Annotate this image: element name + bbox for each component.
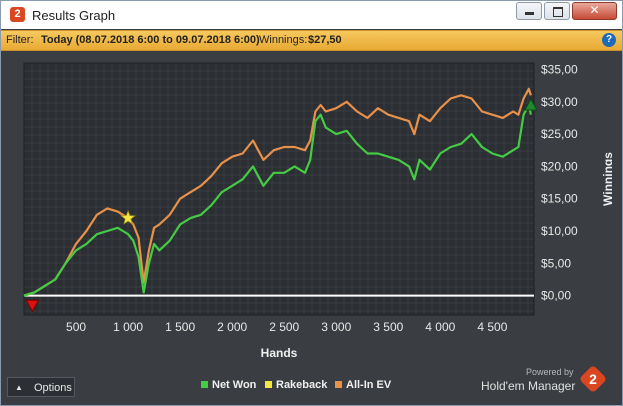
close-icon: ✕ bbox=[589, 3, 600, 17]
maximize-icon bbox=[553, 7, 563, 17]
x-tick-label: 500 bbox=[66, 320, 86, 334]
x-tick-label: 1 500 bbox=[165, 320, 195, 334]
powered-by-text: Powered by bbox=[526, 367, 574, 377]
x-tick-label: 3 000 bbox=[321, 320, 351, 334]
x-tick-label: 3 500 bbox=[373, 320, 403, 334]
x-tick-label: 4 000 bbox=[425, 320, 455, 334]
x-tick-label: 1 000 bbox=[113, 320, 143, 334]
winnings-value: $27,50 bbox=[308, 34, 342, 46]
y-tick-label: $15,00 bbox=[541, 192, 578, 206]
brand-name: Hold'em Manager bbox=[481, 379, 576, 393]
y-tick-label: $5,00 bbox=[541, 256, 571, 270]
x-axis-label: Hands bbox=[261, 346, 298, 360]
app-icon: 2 bbox=[10, 7, 25, 22]
window-title: Results Graph bbox=[32, 8, 116, 23]
plot-background bbox=[24, 63, 534, 315]
help-icon[interactable]: ? bbox=[602, 33, 616, 47]
filter-label: Filter: bbox=[6, 34, 34, 46]
maximize-button[interactable] bbox=[544, 2, 570, 20]
x-tick-label: 2 500 bbox=[269, 320, 299, 334]
legend-swatch bbox=[201, 381, 208, 388]
brand-logo: 2 bbox=[578, 364, 608, 394]
x-tick-label: 2 000 bbox=[217, 320, 247, 334]
y-tick-label: $35,00 bbox=[541, 62, 578, 76]
results-chart: $0,00 $5,00 $10,00 $15,00 $20,00 $25,00 $30,00… bbox=[12, 53, 615, 365]
close-button[interactable]: ✕ bbox=[572, 2, 617, 20]
x-tick-label: 4 500 bbox=[477, 320, 507, 334]
y-tick-label: $10,00 bbox=[541, 224, 578, 238]
legend-swatch bbox=[265, 381, 272, 388]
legend-label: Net Won bbox=[212, 379, 257, 391]
minimize-button[interactable] bbox=[516, 2, 542, 20]
chart-svg: $0,00 $5,00 $10,00 $15,00 $20,00 $25,00 $30,00… bbox=[23, 62, 615, 360]
y-tick-label: $30,00 bbox=[541, 95, 578, 109]
y-tick-label: $0,00 bbox=[541, 289, 571, 303]
caret-up-icon: ▲ bbox=[15, 383, 23, 392]
minimize-icon bbox=[525, 12, 534, 15]
brand-logo-text: 2 bbox=[589, 371, 597, 387]
y-tick-label: $25,00 bbox=[541, 127, 578, 141]
legend-label: All-In EV bbox=[346, 379, 392, 391]
title-bar[interactable]: 2 Results Graph ✕ bbox=[1, 1, 622, 29]
filter-bar: Filter: Today (08.07.2018 6:00 to 09.07.… bbox=[1, 30, 622, 51]
legend-swatch bbox=[335, 381, 342, 388]
legend-label: Rakeback bbox=[276, 379, 328, 391]
options-label: Options bbox=[34, 382, 72, 394]
y-axis-label: Winnings bbox=[601, 152, 612, 206]
winnings-label: Winnings: bbox=[259, 34, 308, 46]
options-button[interactable]: ▲ Options bbox=[7, 377, 75, 397]
filter-value[interactable]: Today (08.07.2018 6:00 to 09.07.2018 6:0… bbox=[41, 31, 260, 50]
results-graph-window: 2 Results Graph ✕ Filter: Today (08.07.2… bbox=[0, 0, 623, 406]
y-tick-label: $20,00 bbox=[541, 159, 578, 173]
